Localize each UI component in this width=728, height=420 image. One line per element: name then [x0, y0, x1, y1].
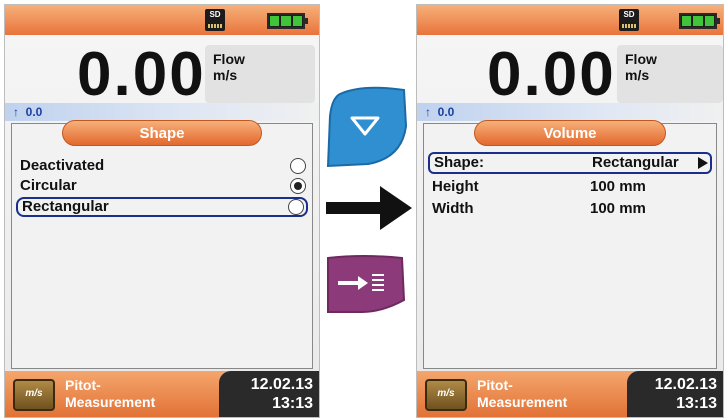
row-key: Width [432, 200, 474, 217]
nav-down-button[interactable] [322, 86, 408, 168]
row-key: Shape: [434, 154, 485, 171]
device-screen-right: SD 0.00 Flow m/s ↑ 0.0 Volume Shape: Rec… [416, 4, 724, 418]
measurement-value: 0.00 [77, 40, 206, 109]
program-bar: m/s Pitot- Measurement 12.02.13 13:13 [5, 371, 319, 417]
device-screen-left: SD 0.00 Flow m/s ↑ 0.0 Shape Deactivated… [4, 4, 320, 418]
program-icon[interactable]: m/s [425, 379, 467, 411]
unit-label: Flow [213, 51, 245, 67]
row-shape[interactable]: Shape: Rectangular [428, 152, 712, 174]
unit-label: Flow [625, 51, 657, 67]
program-name: Pitot- Measurement [65, 377, 155, 411]
unit-box: Flow m/s [205, 45, 315, 103]
option-circular[interactable]: Circular [16, 176, 308, 196]
row-key: Height [432, 178, 479, 195]
unit-value: m/s [213, 67, 238, 83]
row-height[interactable]: Height 100 mm [428, 176, 712, 198]
date: 12.02.13 [654, 376, 717, 393]
panel-title: Volume [474, 120, 666, 146]
option-rectangular[interactable]: Rectangular [16, 197, 308, 217]
unit-value: m/s [625, 67, 650, 83]
row-value: 100 mm [590, 178, 646, 195]
row-value: Rectangular [592, 154, 679, 171]
confirm-button[interactable] [322, 254, 408, 316]
radio-button-checked-icon[interactable] [290, 178, 306, 194]
time: 13:13 [272, 395, 313, 412]
time: 13:13 [676, 395, 717, 412]
battery-icon [679, 13, 720, 29]
option-label: Rectangular [22, 198, 109, 215]
sd-card-icon: SD [619, 9, 639, 31]
datetime-display: 12.02.13 13:13 [219, 371, 319, 417]
status-bar: SD [5, 5, 319, 35]
secondary-reading: ↑ 0.0 [417, 103, 723, 121]
secondary-value: 0.0 [25, 105, 43, 119]
option-label: Circular [20, 177, 77, 194]
up-arrow-icon: ↑ [425, 105, 438, 119]
battery-icon [267, 13, 308, 29]
program-name: Pitot- Measurement [477, 377, 567, 411]
radio-button-icon[interactable] [288, 199, 304, 215]
row-value: 100 mm [590, 200, 646, 217]
option-label: Deactivated [20, 157, 105, 174]
panel-title: Shape [62, 120, 262, 146]
program-name-line1: Pitot- [477, 377, 513, 393]
program-icon[interactable]: m/s [13, 379, 55, 411]
arrow-right-icon [326, 186, 412, 230]
program-name-line2: Measurement [477, 394, 568, 410]
submenu-arrow-icon [698, 157, 708, 169]
measurement-value: 0.00 [487, 40, 616, 109]
secondary-value: 0.0 [437, 105, 455, 119]
option-deactivated[interactable]: Deactivated [16, 156, 308, 176]
volume-menu-panel: Volume Shape: Rectangular Height 100 mm … [423, 120, 717, 369]
secondary-reading: ↑ 0.0 [5, 103, 319, 121]
radio-button-icon[interactable] [290, 158, 306, 174]
shape-menu-panel: Shape Deactivated Circular Rectangular [11, 120, 313, 369]
row-width[interactable]: Width 100 mm [428, 198, 712, 220]
program-bar: m/s Pitot- Measurement 12.02.13 13:13 [417, 371, 723, 417]
date: 12.02.13 [250, 376, 313, 393]
datetime-display: 12.02.13 13:13 [627, 371, 723, 417]
unit-box: Flow m/s [617, 45, 723, 103]
up-arrow-icon: ↑ [13, 105, 26, 119]
program-name-line1: Pitot- [65, 377, 101, 393]
sd-card-icon: SD [205, 9, 225, 31]
program-name-line2: Measurement [65, 394, 156, 410]
status-bar: SD [417, 5, 723, 35]
